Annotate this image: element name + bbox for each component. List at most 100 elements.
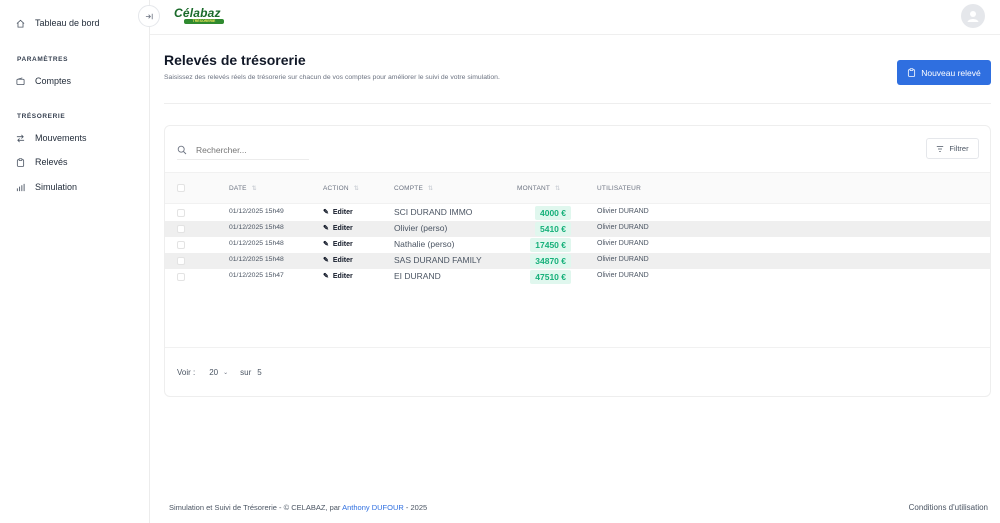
sidebar-item-movements[interactable]: Mouvements (16, 133, 87, 143)
pencil-icon: ✎ (323, 241, 329, 248)
new-statement-label: Nouveau relevé (921, 67, 981, 78)
row-date: 01/12/2025 15h48 (229, 240, 284, 247)
pagination-of-label: sur (240, 368, 252, 377)
column-header-action[interactable]: ACTION ⇅ (323, 185, 359, 192)
sort-icon: ⇅ (555, 186, 561, 192)
table-row[interactable]: 01/12/2025 15h48 ✎ Editer SAS DURAND FAMI… (165, 253, 990, 269)
sort-icon: ⇅ (251, 186, 257, 192)
row-compte: EI DURAND (394, 271, 441, 281)
row-compte: SAS DURAND FAMILY (394, 255, 482, 265)
column-label: DATE (229, 185, 247, 192)
sidebar-section-settings: PARAMÈTRES (17, 56, 69, 63)
sidebar-item-accounts[interactable]: Comptes (16, 76, 71, 86)
column-label: UTILISATEUR (597, 185, 641, 192)
collapse-sidebar-button[interactable] (138, 5, 160, 27)
amount-badge: 47510 € (530, 270, 571, 284)
page-subtitle: Saisissez des relevés réels de trésoreri… (164, 74, 500, 81)
sidebar-item-label: Relevés (35, 157, 68, 167)
avatar[interactable] (961, 4, 985, 28)
column-header-montant[interactable]: MONTANT ⇅ (517, 185, 560, 192)
amount-badge: 34870 € (530, 254, 571, 268)
edit-button[interactable]: ✎ Editer (323, 208, 353, 217)
footer-credits: Simulation et Suivi de Trésorerie - © CE… (169, 503, 427, 512)
footer-text: Simulation et Suivi de Trésorerie - © CE… (169, 503, 341, 512)
app-root: Tableau de bord PARAMÈTRES Comptes TRÉSO… (0, 0, 1000, 523)
edit-button[interactable]: ✎ Editer (323, 256, 353, 265)
pencil-icon: ✎ (323, 225, 329, 232)
table-row[interactable]: 01/12/2025 15h48 ✎ Editer Nathalie (perso… (165, 237, 990, 253)
row-checkbox[interactable] (177, 241, 185, 249)
table-row[interactable]: 01/12/2025 15h48 ✎ Editer Olivier (perso)… (165, 221, 990, 237)
filter-label: Filtrer (949, 144, 969, 153)
statements-card: Filtrer DATE ⇅ ACTION ⇅ COMPTE ⇅ MONTANT ⇅ U… (164, 125, 991, 397)
edit-button[interactable]: ✎ Editer (323, 224, 353, 233)
brand-logo[interactable]: Célabaz TRÉSORERIE (170, 6, 228, 24)
sort-icon: ⇅ (353, 186, 359, 192)
logo-subtitle: TRÉSORERIE (184, 19, 224, 24)
sidebar-item-statements[interactable]: Relevés (16, 157, 68, 167)
row-checkbox[interactable] (177, 209, 185, 217)
new-statement-button[interactable]: Nouveau relevé (897, 60, 991, 85)
wallet-icon (16, 77, 25, 85)
pencil-icon: ✎ (323, 209, 329, 216)
edit-label: Editer (332, 256, 353, 264)
user-icon (967, 11, 979, 22)
edit-label: Editer (332, 208, 353, 216)
amount-badge: 4000 € (535, 206, 571, 220)
amount-badge: 5410 € (535, 222, 571, 236)
home-icon (16, 19, 25, 28)
row-checkbox[interactable] (177, 257, 185, 265)
search-box (177, 140, 309, 160)
pagination-total: 5 (257, 368, 262, 377)
pencil-icon: ✎ (323, 273, 329, 280)
sidebar-item-label: Tableau de bord (35, 18, 100, 28)
row-date: 01/12/2025 15h47 (229, 272, 284, 279)
row-checkbox[interactable] (177, 273, 185, 281)
row-user: Olivier DURAND (597, 272, 649, 279)
edit-button[interactable]: ✎ Editer (323, 272, 353, 281)
clipboard-icon (16, 157, 25, 167)
filter-button[interactable]: Filtrer (926, 138, 979, 159)
row-user: Olivier DURAND (597, 240, 649, 247)
sidebar-item-label: Mouvements (35, 133, 87, 143)
select-all-checkbox[interactable] (177, 184, 185, 192)
search-icon (177, 145, 187, 154)
row-checkbox[interactable] (177, 225, 185, 233)
table-row[interactable]: 01/12/2025 15h49 ✎ Editer SCI DURAND IMMO… (165, 205, 990, 221)
sidebar-item-dashboard[interactable]: Tableau de bord (16, 18, 100, 28)
bar-chart-icon (16, 183, 25, 191)
page-size-value: 20 (209, 368, 219, 377)
author-link[interactable]: Anthony DUFOUR (342, 503, 404, 512)
row-compte: Olivier (perso) (394, 223, 448, 233)
pagination: Voir : 20 ⌄ sur 5 (177, 368, 262, 377)
sidebar-item-simulation[interactable]: Simulation (16, 182, 77, 192)
terms-link[interactable]: Conditions d'utilisation (909, 503, 988, 512)
column-header-compte[interactable]: COMPTE ⇅ (394, 185, 433, 192)
table-row[interactable]: 01/12/2025 15h47 ✎ Editer EI DURAND 47510… (165, 269, 990, 285)
column-header-date[interactable]: DATE ⇅ (229, 185, 257, 192)
page-title: Relevés de trésorerie (164, 52, 306, 68)
clipboard-plus-icon (908, 68, 916, 77)
top-header: Célabaz TRÉSORERIE (150, 0, 1000, 35)
table-footer-divider (165, 347, 990, 348)
sidebar-item-label: Comptes (35, 76, 72, 86)
search-input[interactable] (196, 144, 296, 155)
sort-icon: ⇅ (428, 186, 434, 192)
edit-label: Editer (332, 240, 353, 248)
column-header-utilisateur: UTILISATEUR (597, 185, 641, 192)
row-compte: Nathalie (perso) (394, 239, 455, 249)
page-size-select[interactable]: 20 ⌄ (209, 368, 228, 377)
edit-label: Editer (332, 224, 353, 232)
collapse-icon (145, 13, 153, 19)
header-divider (164, 103, 991, 104)
filter-icon (937, 145, 944, 152)
row-user: Olivier DURAND (597, 224, 649, 231)
sidebar-section-treasury: TRÉSORERIE (17, 113, 66, 120)
row-user: Olivier DURAND (597, 208, 649, 215)
column-label: COMPTE (394, 185, 424, 192)
edit-button[interactable]: ✎ Editer (323, 240, 353, 249)
sidebar-item-label: Simulation (35, 182, 78, 192)
chevron-down-icon: ⌄ (223, 370, 229, 376)
row-compte: SCI DURAND IMMO (394, 207, 473, 217)
logo-subtitle-text: TRÉSORERIE (192, 19, 216, 23)
